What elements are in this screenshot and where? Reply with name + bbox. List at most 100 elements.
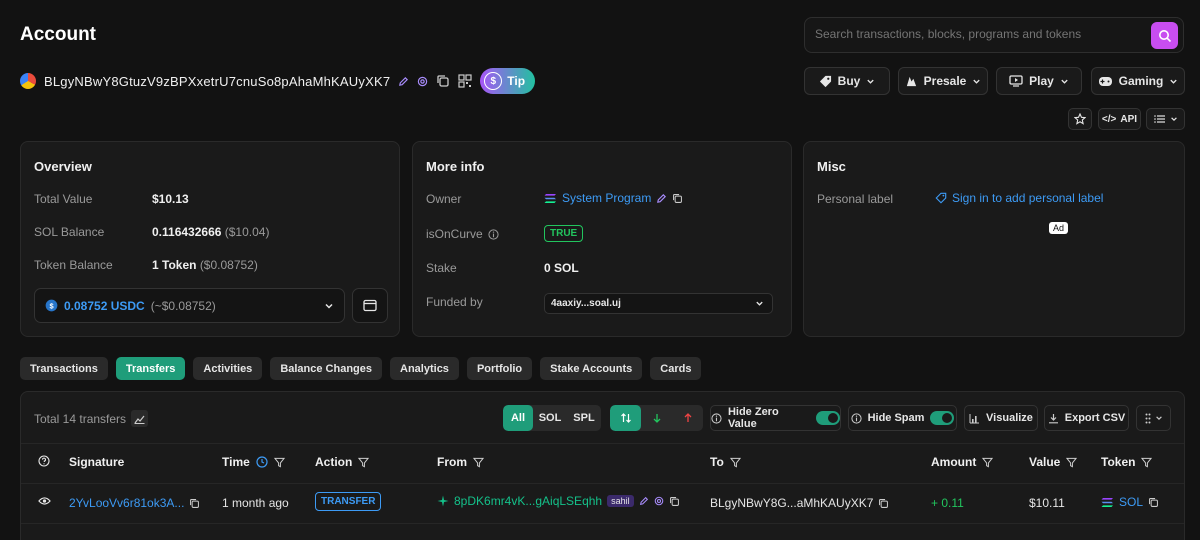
analytics-toggle-button[interactable] (131, 410, 149, 427)
api-label: API (1120, 113, 1138, 125)
tip-label: Tip (507, 74, 526, 88)
column-details-header (38, 455, 50, 467)
visualize-button[interactable]: Visualize (964, 405, 1038, 431)
tip-button[interactable]: $ Tip (480, 68, 536, 94)
list-icon (1153, 115, 1165, 123)
overview-card: Overview Total Value $10.13 SOL Balance … (20, 141, 400, 337)
usdc-icon: $ (45, 299, 58, 312)
chevron-down-icon (867, 79, 875, 84)
filter-icon[interactable] (729, 457, 741, 468)
filter-icon[interactable] (1141, 457, 1153, 468)
buy-button[interactable]: Buy (804, 67, 890, 95)
tab-analytics[interactable]: Analytics (390, 357, 459, 380)
filter-icon[interactable] (1066, 457, 1078, 468)
play-button[interactable]: Play (996, 67, 1082, 95)
tab-balance-changes[interactable]: Balance Changes (270, 357, 383, 380)
hide-zero-value-switch[interactable] (816, 411, 840, 425)
filter-sol-button[interactable]: SOL (533, 405, 567, 431)
search-input[interactable] (815, 27, 1145, 41)
signature-link[interactable]: 2YvLooVv6r81ok3A... (69, 496, 184, 510)
column-from[interactable]: From (437, 455, 484, 469)
copy-icon[interactable] (189, 498, 200, 509)
column-value[interactable]: Value (1029, 455, 1078, 469)
filter-icon[interactable] (358, 457, 370, 468)
gaming-button[interactable]: Gaming (1091, 67, 1185, 95)
chevron-down-icon (325, 303, 333, 309)
column-amount-label: Amount (931, 455, 977, 469)
wallet-button[interactable] (352, 288, 388, 323)
hide-zero-value-label: Hide Zero Value (727, 406, 779, 430)
column-settings-button[interactable] (1136, 405, 1171, 431)
copy-icon[interactable] (1148, 497, 1159, 508)
tab-transfers[interactable]: Transfers (115, 357, 186, 380)
column-time[interactable]: Time (222, 455, 285, 469)
gamepad-icon (1098, 76, 1112, 86)
wallet-icon (363, 299, 377, 312)
column-to[interactable]: To (710, 455, 741, 469)
filter-all-button[interactable]: All (503, 405, 533, 431)
chevron-down-icon (1170, 117, 1177, 122)
hide-spam-switch[interactable] (930, 411, 955, 425)
edit-icon[interactable] (656, 193, 667, 204)
column-amount[interactable]: Amount (931, 455, 994, 469)
direction-both-button[interactable] (610, 405, 641, 431)
more-info-title: More info (426, 159, 485, 174)
play-label: Play (1029, 74, 1054, 88)
hide-spam-toggle[interactable]: Hide Spam (848, 405, 957, 431)
from-address-link[interactable]: 8pDK6mr4vK...gAiqLSEqhh (454, 494, 602, 508)
column-signature: Signature (69, 455, 124, 469)
clock-icon[interactable] (256, 456, 268, 468)
copy-icon[interactable] (878, 498, 889, 509)
action-badge: TRANSFER (315, 492, 382, 511)
at-sign-icon[interactable] (654, 496, 664, 506)
export-csv-button[interactable]: Export CSV (1044, 405, 1129, 431)
filter-icon[interactable] (473, 457, 484, 468)
tab-portfolio[interactable]: Portfolio (466, 357, 533, 380)
edit-icon[interactable] (398, 76, 409, 87)
copy-icon[interactable] (669, 496, 680, 507)
eye-icon[interactable] (38, 496, 51, 506)
column-action[interactable]: Action (315, 455, 370, 469)
filter-icon[interactable] (982, 457, 994, 468)
copy-icon[interactable] (436, 74, 450, 88)
token-link[interactable]: SOL (1119, 495, 1143, 509)
list-menu-button[interactable] (1146, 108, 1185, 130)
wallet-sparkle-icon (437, 495, 449, 507)
tab-bar: Transactions Transfers Activities Balanc… (20, 357, 702, 380)
filter-icon[interactable] (273, 457, 285, 468)
at-sign-icon[interactable] (417, 76, 428, 87)
copy-icon[interactable] (672, 193, 683, 204)
tab-stake-accounts[interactable]: Stake Accounts (540, 357, 643, 380)
column-value-label: Value (1029, 455, 1061, 469)
tab-activities[interactable]: Activities (193, 357, 263, 380)
download-icon (1048, 413, 1058, 423)
direction-out-button[interactable] (672, 405, 703, 431)
misc-title: Misc (817, 159, 846, 174)
info-icon[interactable] (488, 228, 499, 240)
token-select[interactable]: $ 0.08752 USDC (~$0.08752) (34, 288, 345, 323)
direction-in-button[interactable] (641, 405, 672, 431)
account-address-row: BLgyNBwY8GtuzV9zBPXxetrU7cnuSo8pAhaMhKAU… (20, 67, 536, 95)
table-row: 2YvLooVv6r81ok3A... 1 month ago TRANSFER… (21, 484, 1184, 522)
search-box[interactable] (804, 17, 1184, 53)
search-button[interactable] (1151, 22, 1178, 49)
sign-in-personal-label-link[interactable]: Sign in to add personal label (935, 191, 1103, 205)
qr-code-icon[interactable] (458, 74, 472, 88)
favorite-button[interactable] (1068, 108, 1092, 130)
row-time: 1 month ago (222, 496, 289, 510)
api-button[interactable]: </> API (1098, 108, 1141, 130)
page-title: Account (20, 24, 96, 45)
edit-icon[interactable] (639, 496, 649, 506)
filter-spl-button[interactable]: SPL (567, 405, 601, 431)
column-from-label: From (437, 455, 467, 469)
owner-link[interactable]: System Program (562, 191, 651, 205)
tab-transactions[interactable]: Transactions (20, 357, 108, 380)
funded-by-select[interactable]: 4aaxiy...soal.uj (544, 293, 773, 314)
column-token[interactable]: Token (1101, 455, 1153, 469)
hide-zero-value-toggle[interactable]: Hide Zero Value (710, 405, 841, 431)
chevron-down-icon (1155, 416, 1162, 421)
presale-button[interactable]: Presale (898, 67, 988, 95)
tab-cards[interactable]: Cards (650, 357, 702, 380)
sol-balance-usd: ($10.04) (224, 225, 270, 239)
solana-icon (1101, 497, 1113, 507)
